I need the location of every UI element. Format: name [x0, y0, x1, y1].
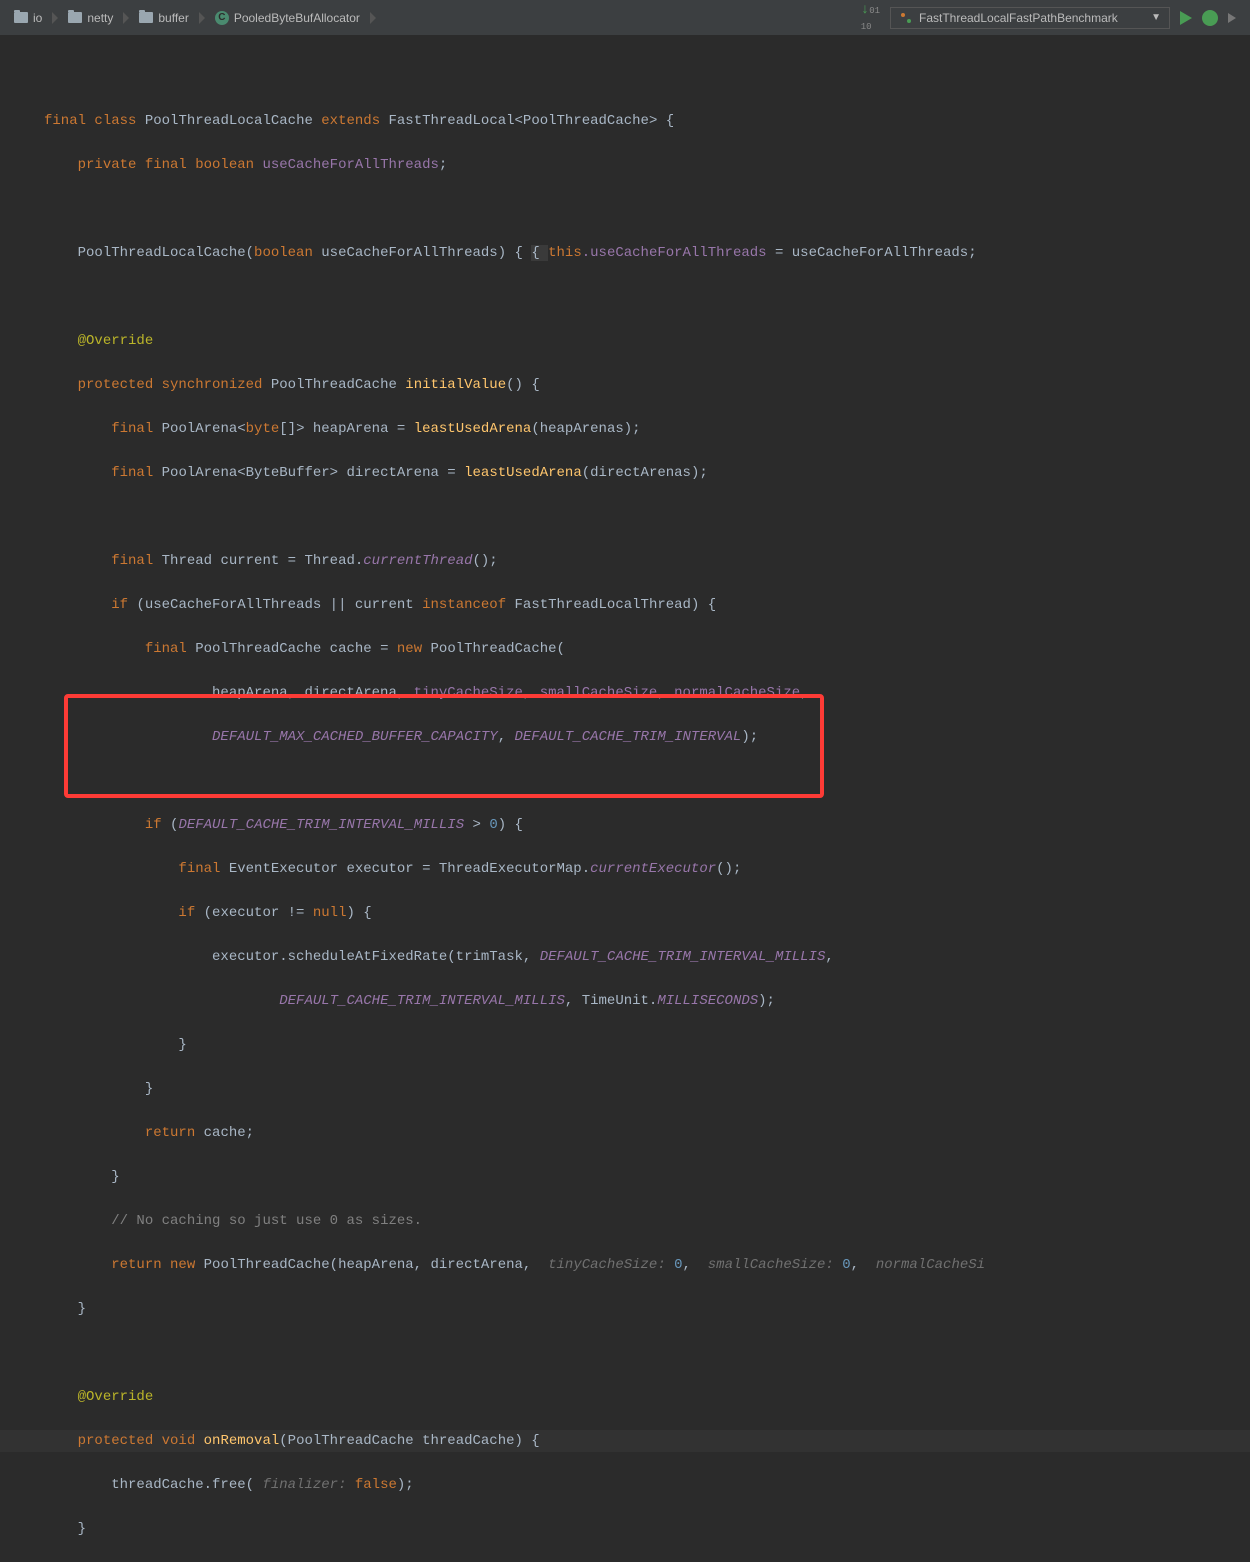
code-line[interactable]: protected synchronized PoolThreadCache i…	[0, 374, 1250, 396]
chevron-right-icon	[199, 12, 205, 24]
code-line[interactable]: final PoolThreadCache cache = new PoolTh…	[0, 638, 1250, 660]
breadcrumb-netty[interactable]: netty	[60, 7, 121, 29]
code-line[interactable]	[0, 286, 1250, 308]
code-line[interactable]	[0, 770, 1250, 792]
breadcrumb-label: io	[33, 11, 42, 25]
chevron-right-icon	[370, 12, 376, 24]
code-line[interactable]: }	[0, 1166, 1250, 1188]
class-icon: C	[215, 11, 229, 25]
code-editor[interactable]: final class PoolThreadLocalCache extends…	[0, 36, 1250, 1562]
code-line[interactable]: return cache;	[0, 1122, 1250, 1144]
code-line[interactable]: heapArena, directArena, tinyCacheSize, s…	[0, 682, 1250, 704]
code-line[interactable]: final EventExecutor executor = ThreadExe…	[0, 858, 1250, 880]
breadcrumb-class[interactable]: C PooledByteBufAllocator	[207, 7, 368, 29]
code-line[interactable]: if (useCacheForAllThreads || current ins…	[0, 594, 1250, 616]
code-line[interactable]: executor.scheduleAtFixedRate(trimTask, D…	[0, 946, 1250, 968]
chevron-right-icon	[123, 12, 129, 24]
chevron-down-icon: ▼	[1151, 12, 1161, 23]
run-with-coverage-button[interactable]	[1228, 13, 1236, 23]
run-config-name: FastThreadLocalFastPathBenchmark	[919, 11, 1118, 25]
build-icon[interactable]: ↓0110	[861, 2, 880, 34]
debug-button[interactable]	[1202, 10, 1218, 26]
code-line[interactable]: final class PoolThreadLocalCache extends…	[0, 110, 1250, 132]
code-line[interactable]: final Thread current = Thread.currentThr…	[0, 550, 1250, 572]
code-line[interactable]: }	[0, 1518, 1250, 1540]
run-button[interactable]	[1180, 11, 1192, 25]
code-line[interactable]: @Override	[0, 1386, 1250, 1408]
code-line[interactable]	[0, 198, 1250, 220]
breadcrumb-label: netty	[87, 11, 113, 25]
code-line[interactable]: private final boolean useCacheForAllThre…	[0, 154, 1250, 176]
code-line[interactable]: }	[0, 1034, 1250, 1056]
code-line[interactable]: threadCache.free( finalizer: false);	[0, 1474, 1250, 1496]
code-line[interactable]	[0, 66, 1250, 88]
code-line[interactable]: }	[0, 1298, 1250, 1320]
code-line[interactable]: @Override	[0, 330, 1250, 352]
code-line[interactable]: return new PoolThreadCache(heapArena, di…	[0, 1254, 1250, 1276]
code-line[interactable]: if (DEFAULT_CACHE_TRIM_INTERVAL_MILLIS >…	[0, 814, 1250, 836]
code-line[interactable]: PoolThreadLocalCache(boolean useCacheFor…	[0, 242, 1250, 264]
code-line[interactable]: final PoolArena<byte[]> heapArena = leas…	[0, 418, 1250, 440]
folder-icon	[68, 12, 82, 23]
code-line[interactable]	[0, 1342, 1250, 1364]
code-line[interactable]: DEFAULT_CACHE_TRIM_INTERVAL_MILLIS, Time…	[0, 990, 1250, 1012]
code-line[interactable]	[0, 506, 1250, 528]
breadcrumb-io[interactable]: io	[6, 7, 50, 29]
run-config-icon	[899, 11, 913, 25]
run-controls: ↓0110 FastThreadLocalFastPathBenchmark ▼	[861, 2, 1244, 34]
code-line[interactable]: final PoolArena<ByteBuffer> directArena …	[0, 462, 1250, 484]
run-config-selector[interactable]: FastThreadLocalFastPathBenchmark ▼	[890, 7, 1170, 29]
code-line[interactable]: if (executor != null) {	[0, 902, 1250, 924]
code-line[interactable]: DEFAULT_MAX_CACHED_BUFFER_CAPACITY, DEFA…	[0, 726, 1250, 748]
folder-icon	[139, 12, 153, 23]
code-line[interactable]: // No caching so just use 0 as sizes.	[0, 1210, 1250, 1232]
code-line[interactable]: }	[0, 1078, 1250, 1100]
folder-icon	[14, 12, 28, 23]
breadcrumb-label: buffer	[158, 11, 188, 25]
code-line[interactable]: protected void onRemoval(PoolThreadCache…	[0, 1430, 1250, 1452]
chevron-right-icon	[52, 12, 58, 24]
breadcrumb-buffer[interactable]: buffer	[131, 7, 196, 29]
breadcrumb: io netty buffer C PooledByteBufAllocator	[6, 7, 861, 29]
navigation-toolbar: io netty buffer C PooledByteBufAllocator…	[0, 0, 1250, 36]
breadcrumb-label: PooledByteBufAllocator	[234, 11, 360, 25]
